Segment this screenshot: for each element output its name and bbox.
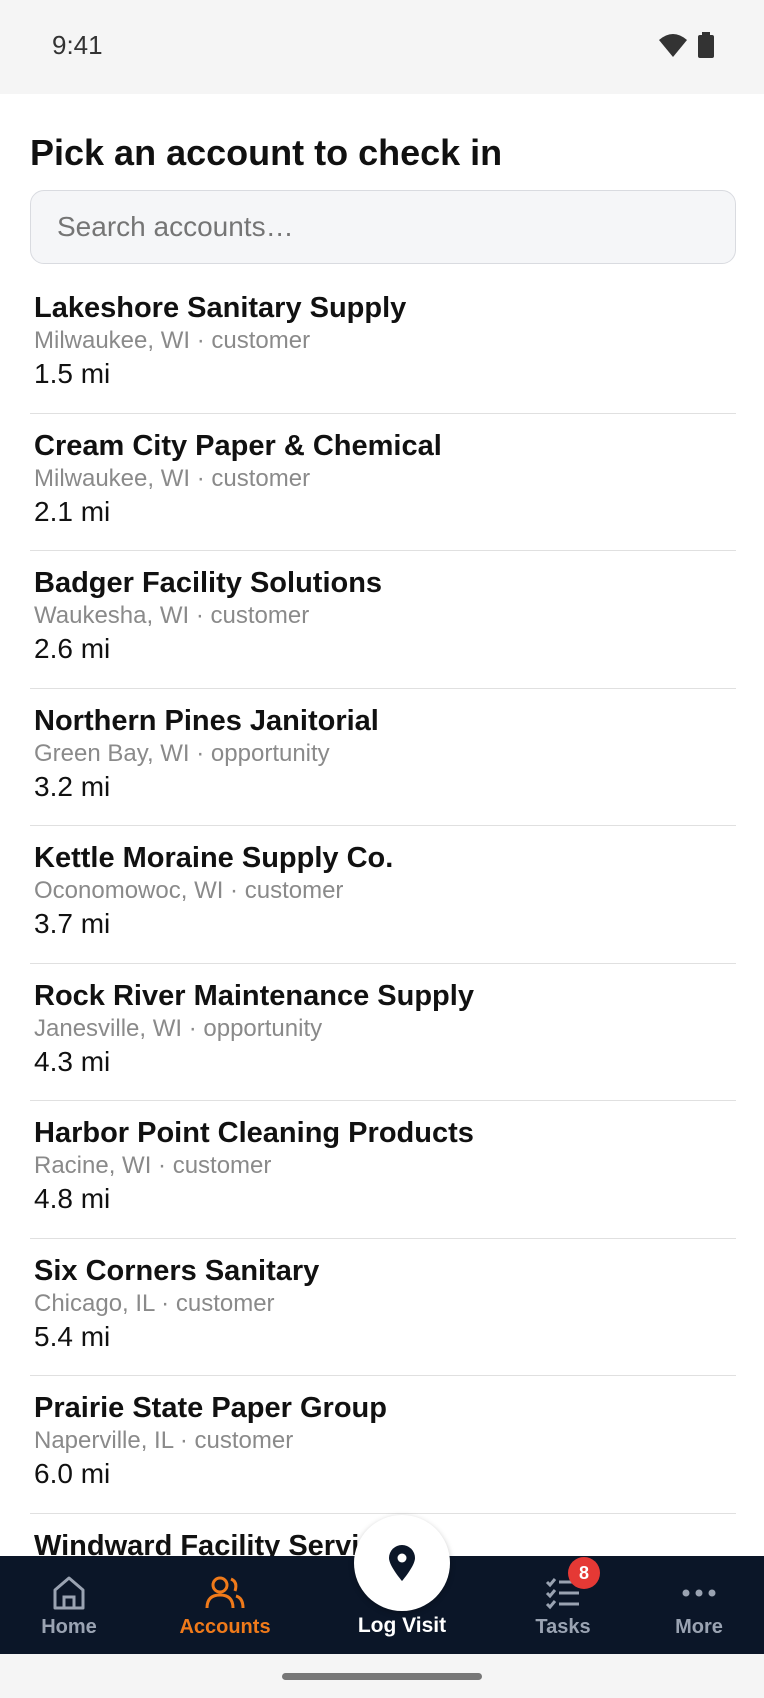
- account-meta: Milwaukee, WI · customer: [34, 327, 311, 354]
- account-meta: Racine, WI · customer: [34, 1152, 272, 1179]
- status-bar: 9:41: [0, 0, 764, 94]
- list-item[interactable]: Cream City Paper & Chemical Milwaukee, W…: [30, 414, 736, 551]
- account-name: Harbor Point Cleaning Products: [34, 1117, 474, 1149]
- status-icons: [658, 32, 714, 58]
- account-meta: Chicago, IL · customer: [34, 1289, 275, 1317]
- nav-item-more[interactable]: More: [660, 1556, 738, 1654]
- account-distance: 2.6 mi: [34, 633, 111, 664]
- battery-icon: [698, 32, 714, 58]
- account-distance: 6.0 mi: [34, 1458, 111, 1489]
- account-name: Lakeshore Sanitary Supply: [34, 292, 407, 324]
- map-pin-icon: [389, 1545, 415, 1581]
- account-name: Cream City Paper & Chemical: [34, 429, 442, 462]
- log-visit-label: Log Visit: [357, 1614, 447, 1637]
- account-name: Rock River Maintenance Supply: [34, 979, 474, 1012]
- list-item[interactable]: Prairie State Paper Group Naperville, IL…: [30, 1376, 736, 1514]
- account-distance: 1.5 mi: [34, 358, 111, 389]
- account-distance: 4.8 mi: [34, 1183, 111, 1214]
- account-distance: 2.1 mi: [34, 495, 111, 527]
- log-visit-button[interactable]: [354, 1515, 450, 1611]
- account-distance: 3.2 mi: [34, 770, 111, 802]
- home-indicator[interactable]: [282, 1673, 482, 1680]
- search-input[interactable]: [30, 190, 736, 264]
- nav-label-accounts: Accounts: [179, 1616, 271, 1638]
- nav-item-accounts[interactable]: Accounts: [170, 1556, 280, 1654]
- account-name: Prairie State Paper Group: [34, 1392, 387, 1424]
- account-meta: Waukesha, WI · customer: [34, 602, 310, 629]
- account-distance: 4.3 mi: [34, 1045, 111, 1077]
- page-title: Pick an account to check in: [30, 132, 503, 173]
- nav-item-home[interactable]: Home: [24, 1556, 114, 1654]
- nav-label-tasks: Tasks: [535, 1616, 591, 1638]
- nav-label-home: Home: [41, 1616, 97, 1638]
- account-meta: Janesville, WI · opportunity: [34, 1014, 323, 1042]
- main-content: Pick an account to check in Lakeshore Sa…: [0, 94, 764, 1556]
- account-meta: Oconomowoc, WI · customer: [34, 877, 344, 904]
- account-meta: Milwaukee, WI · customer: [34, 464, 311, 492]
- list-item[interactable]: Rock River Maintenance Supply Janesville…: [30, 964, 736, 1101]
- nav-label-more: More: [675, 1616, 723, 1638]
- tasks-badge: 8: [568, 1557, 600, 1589]
- account-name: Kettle Moraine Supply Co.: [34, 842, 394, 874]
- list-item[interactable]: Lakeshore Sanitary Supply Milwaukee, WI …: [30, 276, 736, 414]
- list-item[interactable]: Harbor Point Cleaning Products Racine, W…: [30, 1101, 736, 1239]
- list-item[interactable]: Badger Facility Solutions Waukesha, WI ·…: [30, 551, 736, 689]
- account-list: Lakeshore Sanitary Supply Milwaukee, WI …: [30, 276, 736, 1556]
- wifi-icon: [659, 34, 687, 57]
- users-icon: [205, 1576, 245, 1609]
- list-item[interactable]: Kettle Moraine Supply Co. Oconomowoc, WI…: [30, 826, 736, 964]
- more-icon: [682, 1589, 716, 1597]
- account-distance: 5.4 mi: [34, 1320, 111, 1352]
- account-meta: Naperville, IL · customer: [34, 1427, 294, 1454]
- account-distance: 3.7 mi: [34, 908, 111, 939]
- account-name: Badger Facility Solutions: [34, 567, 383, 599]
- account-name: Northern Pines Janitorial: [34, 704, 379, 737]
- list-item[interactable]: Northern Pines Janitorial Green Bay, WI …: [30, 689, 736, 826]
- account-name: Six Corners Sanitary: [34, 1254, 320, 1287]
- list-item[interactable]: Six Corners Sanitary Chicago, IL · custo…: [30, 1239, 736, 1376]
- home-icon: [53, 1576, 85, 1610]
- account-meta: Green Bay, WI · opportunity: [34, 739, 330, 767]
- status-time: 9:41: [52, 30, 103, 60]
